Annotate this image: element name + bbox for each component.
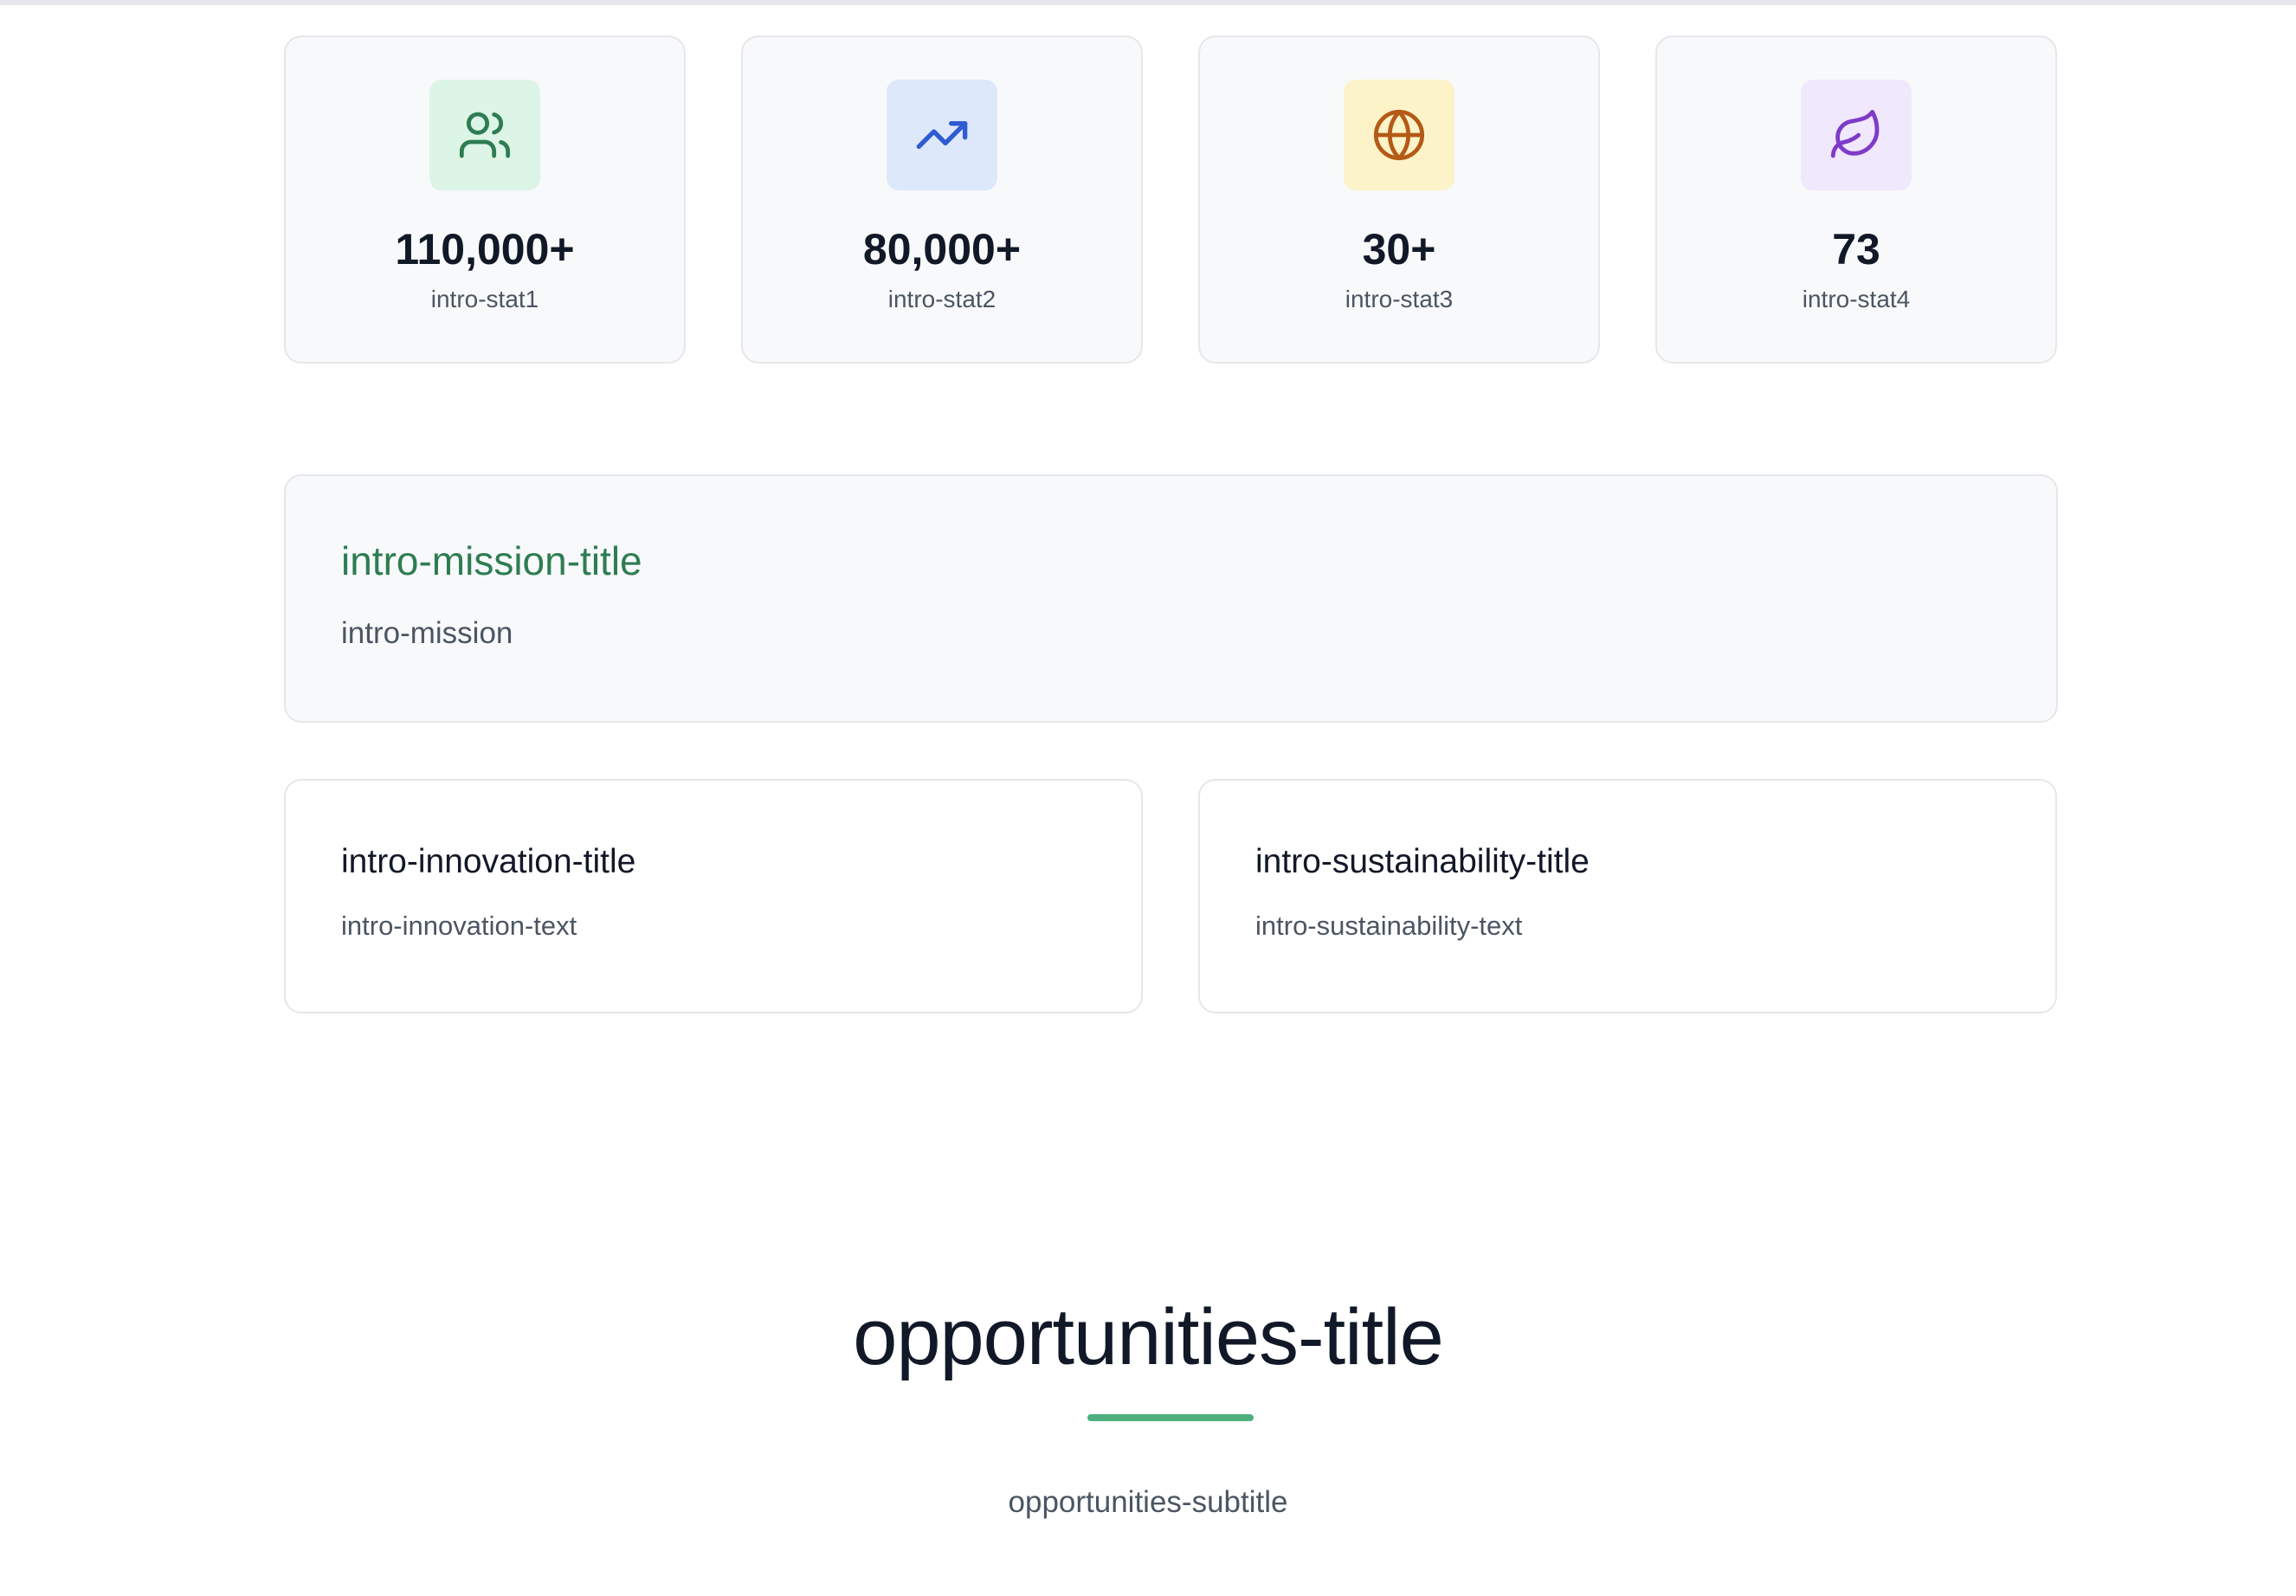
sustainability-title: intro-sustainability-title — [1255, 843, 1590, 880]
stat-label: intro-stat1 — [430, 286, 539, 312]
stat-label: intro-stat2 — [887, 286, 996, 312]
stat-value: 110,000+ — [395, 225, 575, 274]
opportunities-title: opportunities-title — [853, 1293, 1444, 1381]
mission-card: intro-mission-title intro-mission — [284, 474, 2058, 723]
stat-icon-box — [1344, 80, 1454, 190]
innovation-text: intro-innovation-text — [341, 911, 577, 941]
sustainability-text: intro-sustainability-text — [1255, 911, 1523, 941]
top-divider — [0, 0, 2296, 5]
mission-title: intro-mission-title — [341, 538, 642, 583]
stat-label: intro-stat3 — [1345, 286, 1454, 312]
stat-icon-box — [429, 80, 540, 190]
stat-label: intro-stat4 — [1802, 286, 1911, 312]
innovation-title: intro-innovation-title — [341, 843, 636, 880]
sustainability-card: intro-sustainability-title intro-sustain… — [1198, 779, 2057, 1014]
stat-value: 30+ — [1362, 225, 1436, 274]
mission-text: intro-mission — [341, 616, 513, 650]
opportunities-subtitle: opportunities-subtitle — [1008, 1485, 1288, 1519]
title-underline — [1087, 1414, 1254, 1421]
stat-value: 80,000+ — [862, 225, 1022, 274]
feature-row: intro-innovation-title intro-innovation-… — [284, 779, 2058, 1014]
stats-row: 110,000+ intro-stat1 80,000+ intro-stat2 — [284, 35, 2058, 364]
stat-icon-box — [1801, 80, 1912, 190]
trending-up-icon — [916, 121, 968, 149]
stat-card-sustainability: 73 intro-stat4 — [1655, 35, 2057, 364]
stat-card-users: 110,000+ intro-stat1 — [284, 35, 686, 364]
stat-value: 73 — [1832, 225, 1880, 274]
globe-icon — [1373, 109, 1425, 161]
innovation-card: intro-innovation-title intro-innovation-… — [284, 779, 1143, 1014]
users-icon — [459, 112, 511, 158]
leaf-icon — [1830, 109, 1880, 158]
stat-card-countries: 30+ intro-stat3 — [1198, 35, 1600, 364]
stat-icon-box — [887, 80, 997, 190]
stat-card-growth: 80,000+ intro-stat2 — [741, 35, 1143, 364]
page: 110,000+ intro-stat1 80,000+ intro-stat2 — [0, 0, 2296, 1596]
